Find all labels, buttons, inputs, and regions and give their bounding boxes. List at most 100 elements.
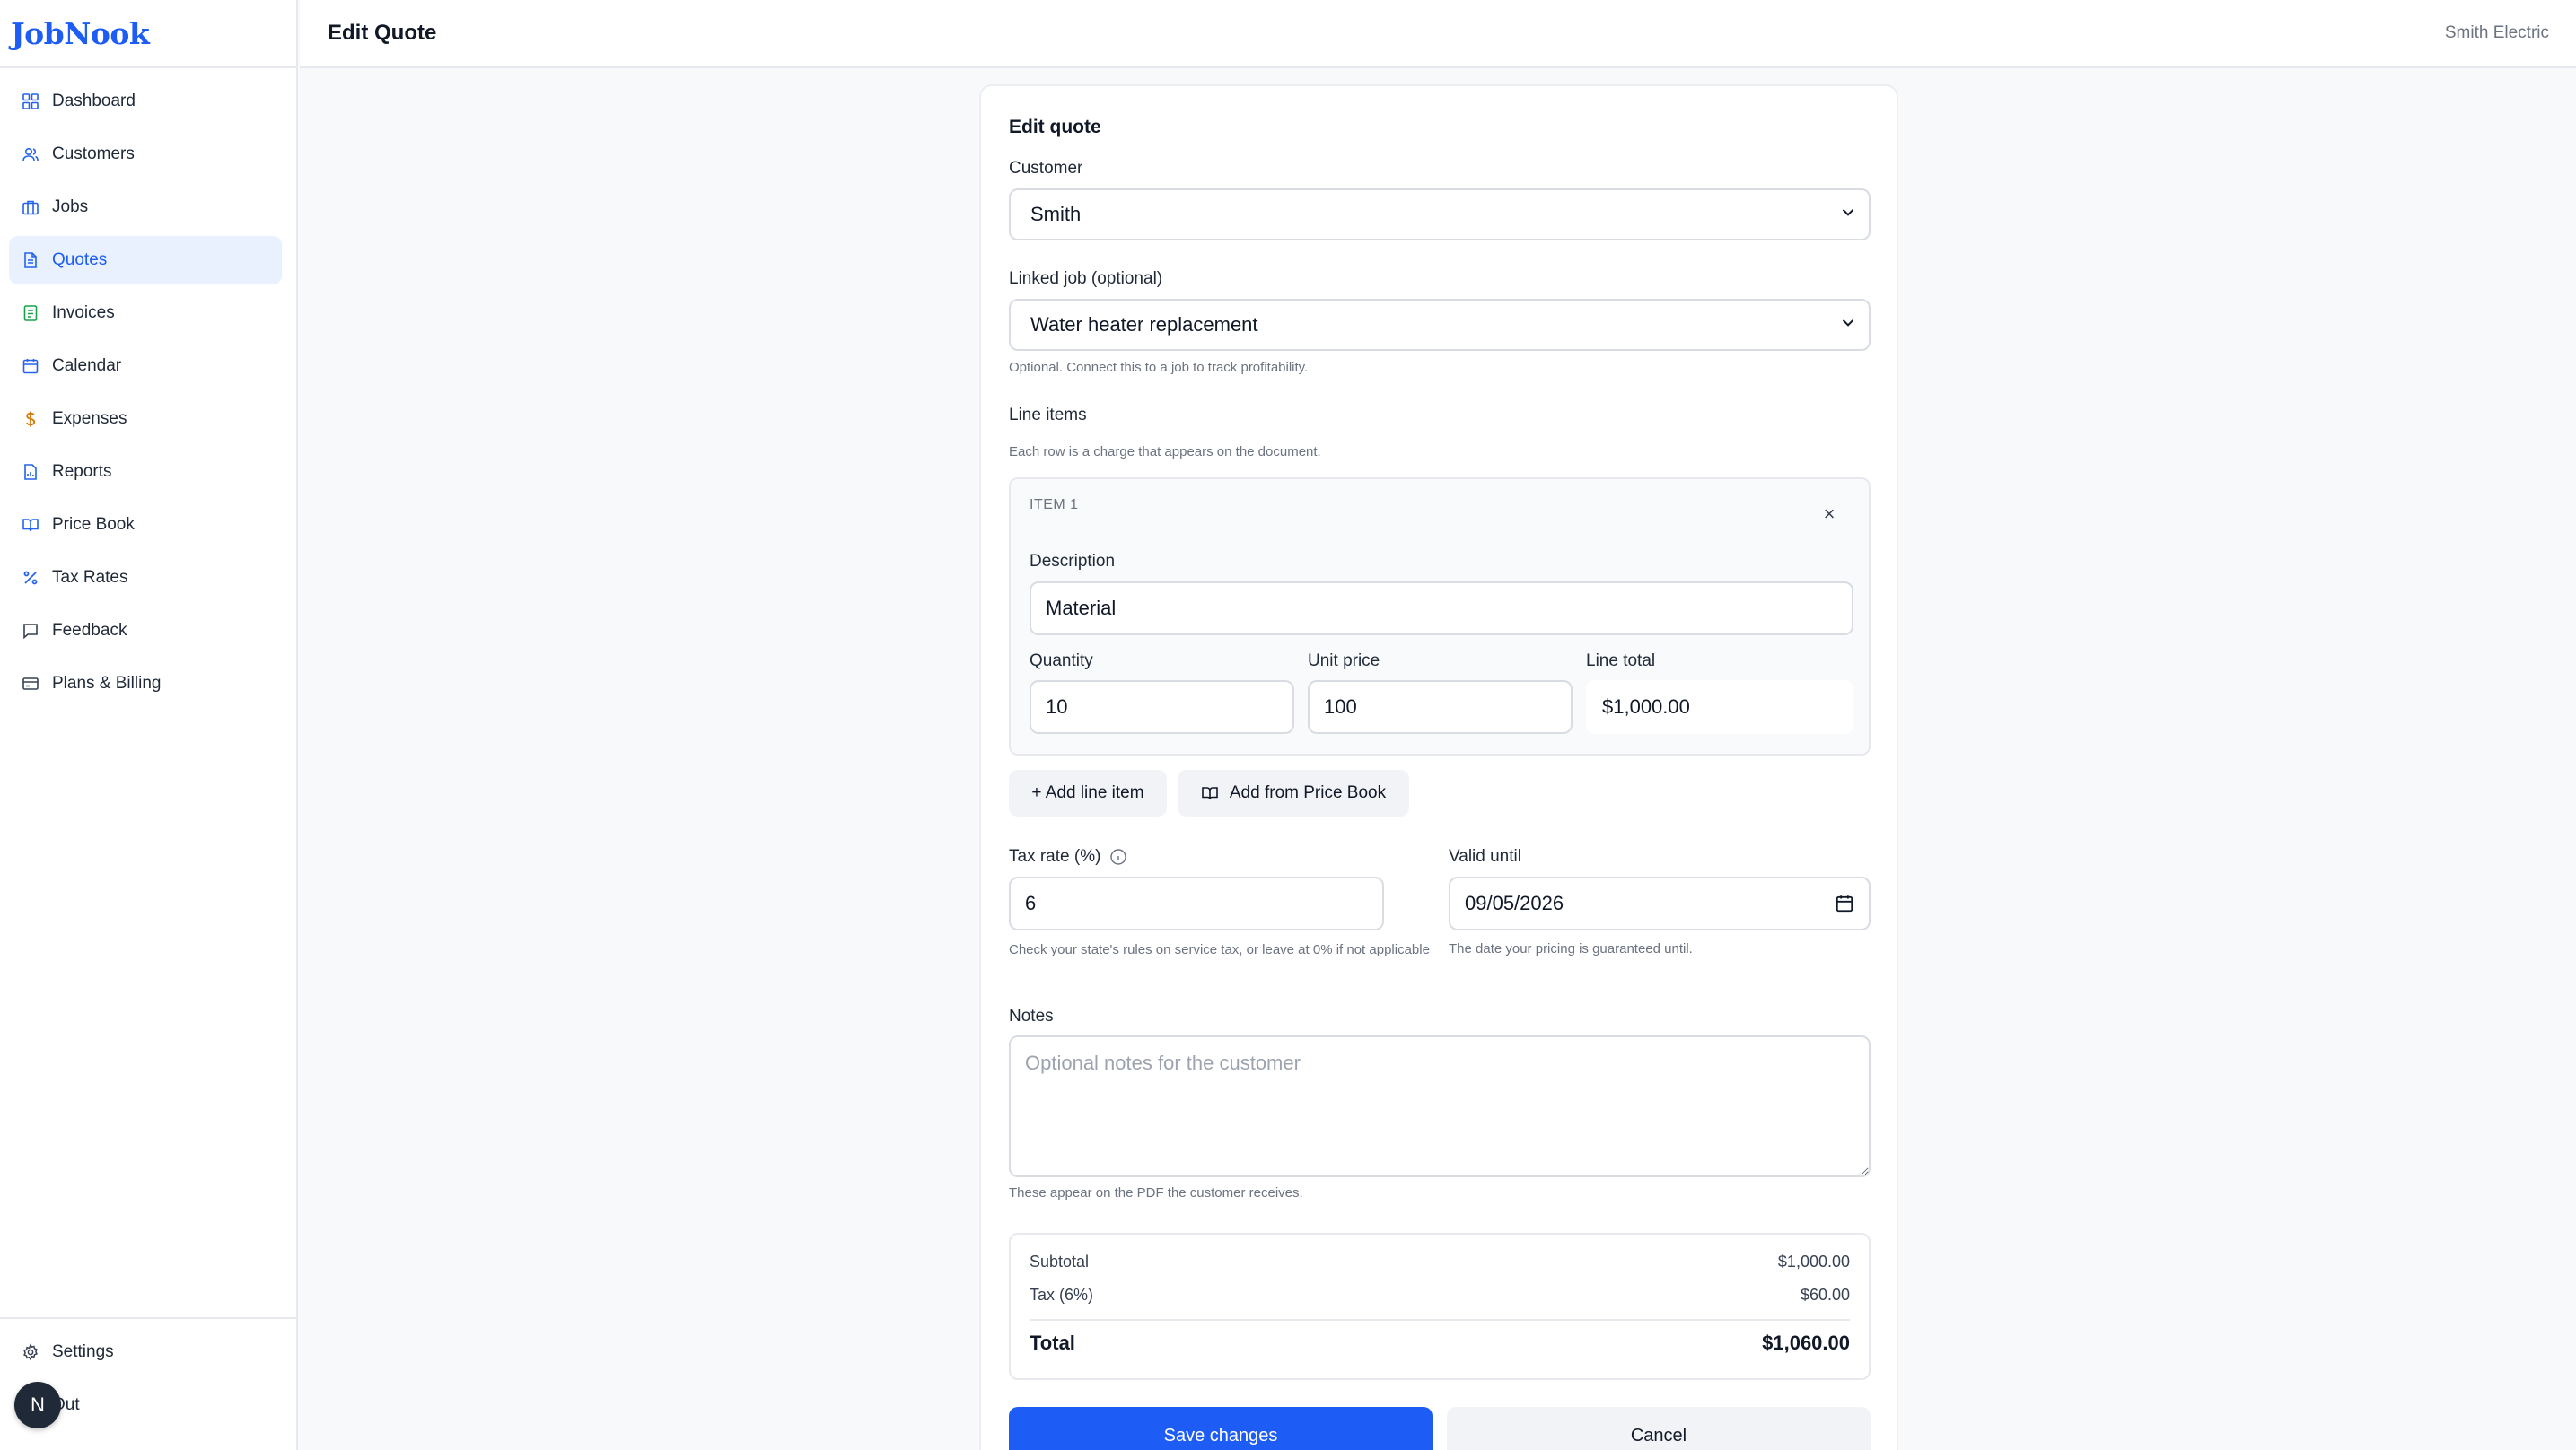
line-item-header: ITEM 1 xyxy=(1030,497,1079,512)
sidebar-item-customers[interactable]: Customers xyxy=(9,130,282,179)
sidebar-item-plans-billing[interactable]: Plans & Billing xyxy=(9,659,282,708)
sidebar-item-label: Price Book xyxy=(52,515,135,534)
sidebar-item-label: Customers xyxy=(52,144,135,163)
tax-row: Tax (6%) $60.00 xyxy=(1030,1286,1850,1305)
tax-rate-label-row: Tax rate (%) xyxy=(1009,847,1127,867)
sidebar: JobNook Dashboard Customers Jobs Quotes … xyxy=(0,0,298,1450)
line-items-help: Each row is a charge that appears on the… xyxy=(1009,444,1321,459)
sidebar-item-label: Settings xyxy=(52,1342,114,1361)
avatar[interactable]: N xyxy=(14,1382,61,1428)
sidebar-item-label: Dashboard xyxy=(52,92,136,110)
total-value: $1,060.00 xyxy=(1762,1332,1850,1354)
add-from-price-book-button[interactable]: Add from Price Book xyxy=(1178,770,1409,817)
edit-quote-card: Edit quote Customer Smith Linked job (op… xyxy=(979,84,1898,1450)
chevron-down-icon xyxy=(1838,202,1858,227)
sidebar-item-calendar[interactable]: Calendar xyxy=(9,342,282,390)
sidebar-item-dashboard[interactable]: Dashboard xyxy=(9,77,282,126)
linked-job-label: Linked job (optional) xyxy=(1009,269,1163,288)
sidebar-item-label: Tax Rates xyxy=(52,568,128,587)
save-changes-button[interactable]: Save changes xyxy=(1009,1407,1433,1450)
customer-value: Smith xyxy=(1030,203,1082,225)
report-icon xyxy=(21,462,40,482)
description-input[interactable]: Material xyxy=(1030,581,1853,635)
tax-rate-value: 6 xyxy=(1025,892,1037,914)
notes-textarea[interactable] xyxy=(1009,1035,1871,1177)
calendar-icon xyxy=(21,356,40,376)
sidebar-item-price-book[interactable]: Price Book xyxy=(9,501,282,549)
sidebar-item-expenses[interactable]: Expenses xyxy=(9,395,282,443)
org-name: Smith Electric xyxy=(2444,23,2549,42)
form-title: Edit quote xyxy=(1009,117,1101,137)
grid-icon xyxy=(21,92,40,111)
sidebar-item-tax-rates[interactable]: Tax Rates xyxy=(9,554,282,602)
sidebar-item-label: Calendar xyxy=(52,356,122,375)
line-items-label: Line items xyxy=(1009,406,1087,424)
info-icon[interactable] xyxy=(1109,848,1127,866)
quantity-label: Quantity xyxy=(1030,651,1093,670)
totals-divider xyxy=(1030,1319,1850,1321)
unit-price-value: 100 xyxy=(1324,695,1357,718)
sidebar-item-jobs[interactable]: Jobs xyxy=(9,183,282,231)
sidebar-item-settings[interactable]: Settings xyxy=(9,1328,282,1376)
tax-label: Tax (6%) xyxy=(1030,1286,1094,1304)
chevron-down-icon xyxy=(1838,312,1858,337)
line-total-label: Line total xyxy=(1586,651,1656,670)
linked-job-help: Optional. Connect this to a job to track… xyxy=(1009,360,1309,375)
sidebar-item-reports[interactable]: Reports xyxy=(9,448,282,496)
cancel-button[interactable]: Cancel xyxy=(1447,1407,1871,1450)
tax-value: $60.00 xyxy=(1800,1286,1850,1304)
total-label: Total xyxy=(1030,1332,1075,1354)
calendar-icon[interactable] xyxy=(1835,894,1854,913)
gear-icon xyxy=(21,1342,40,1362)
sidebar-item-feedback[interactable]: Feedback xyxy=(9,607,282,655)
sidebar-item-label: Jobs xyxy=(52,197,89,216)
quantity-input[interactable]: 10 xyxy=(1030,680,1294,734)
book-icon xyxy=(1201,784,1219,802)
linked-job-value: Water heater replacement xyxy=(1030,313,1258,336)
subtotal-row: Subtotal $1,000.00 xyxy=(1030,1253,1850,1271)
sidebar-item-invoices[interactable]: Invoices xyxy=(9,289,282,337)
briefcase-icon xyxy=(21,197,40,217)
customer-select[interactable]: Smith xyxy=(1009,188,1871,240)
valid-until-help: The date your pricing is guaranteed unti… xyxy=(1449,941,1693,956)
totals-summary: Subtotal $1,000.00 Tax (6%) $60.00 Total… xyxy=(1009,1233,1871,1380)
add-from-price-book-label: Add from Price Book xyxy=(1229,783,1387,802)
dollar-icon xyxy=(21,409,40,429)
page-title: Edit Quote xyxy=(328,21,437,45)
sidebar-item-label: Feedback xyxy=(52,621,127,640)
sidebar-item-quotes[interactable]: Quotes xyxy=(9,236,282,284)
notes-label: Notes xyxy=(1009,1007,1054,1026)
remove-line-item-icon[interactable]: × xyxy=(1818,502,1840,526)
app-logo[interactable]: JobNook xyxy=(0,0,296,68)
valid-until-label: Valid until xyxy=(1449,847,1521,866)
sidebar-item-label: Quotes xyxy=(52,250,108,269)
quantity-value: 10 xyxy=(1046,695,1068,718)
valid-until-input[interactable]: 09/05/2026 xyxy=(1449,877,1871,930)
sidebar-item-label: Plans & Billing xyxy=(52,674,162,693)
tax-rate-input[interactable]: 6 xyxy=(1009,877,1384,930)
unit-price-input[interactable]: 100 xyxy=(1308,680,1573,734)
customer-label: Customer xyxy=(1009,159,1083,178)
valid-until-value: 09/05/2026 xyxy=(1465,892,1564,914)
unit-price-label: Unit price xyxy=(1308,651,1380,670)
sidebar-nav: Dashboard Customers Jobs Quotes Invoices… xyxy=(0,68,296,708)
line-total-value: $1,000.00 xyxy=(1602,695,1690,718)
line-total-display: $1,000.00 xyxy=(1586,680,1853,734)
book-icon xyxy=(21,515,40,535)
add-line-item-button[interactable]: + Add line item xyxy=(1009,770,1167,817)
total-row: Total $1,060.00 xyxy=(1030,1332,1850,1355)
tax-rate-help: Check your state's rules on service tax,… xyxy=(1009,942,1430,957)
linked-job-select[interactable]: Water heater replacement xyxy=(1009,299,1871,351)
line-item: ITEM 1 × Description Material Quantity 1… xyxy=(1009,477,1871,756)
subtotal-value: $1,000.00 xyxy=(1777,1253,1850,1271)
top-bar: Edit Quote Smith Electric xyxy=(300,0,2576,68)
document-icon xyxy=(21,250,40,270)
users-icon xyxy=(21,144,40,164)
sidebar-item-label: Expenses xyxy=(52,409,127,428)
percent-icon xyxy=(21,568,40,588)
sidebar-item-label: Reports xyxy=(52,462,112,481)
chat-icon xyxy=(21,621,40,641)
description-value: Material xyxy=(1046,597,1117,619)
invoice-icon xyxy=(21,303,40,323)
notes-help: These appear on the PDF the customer rec… xyxy=(1009,1185,1303,1201)
